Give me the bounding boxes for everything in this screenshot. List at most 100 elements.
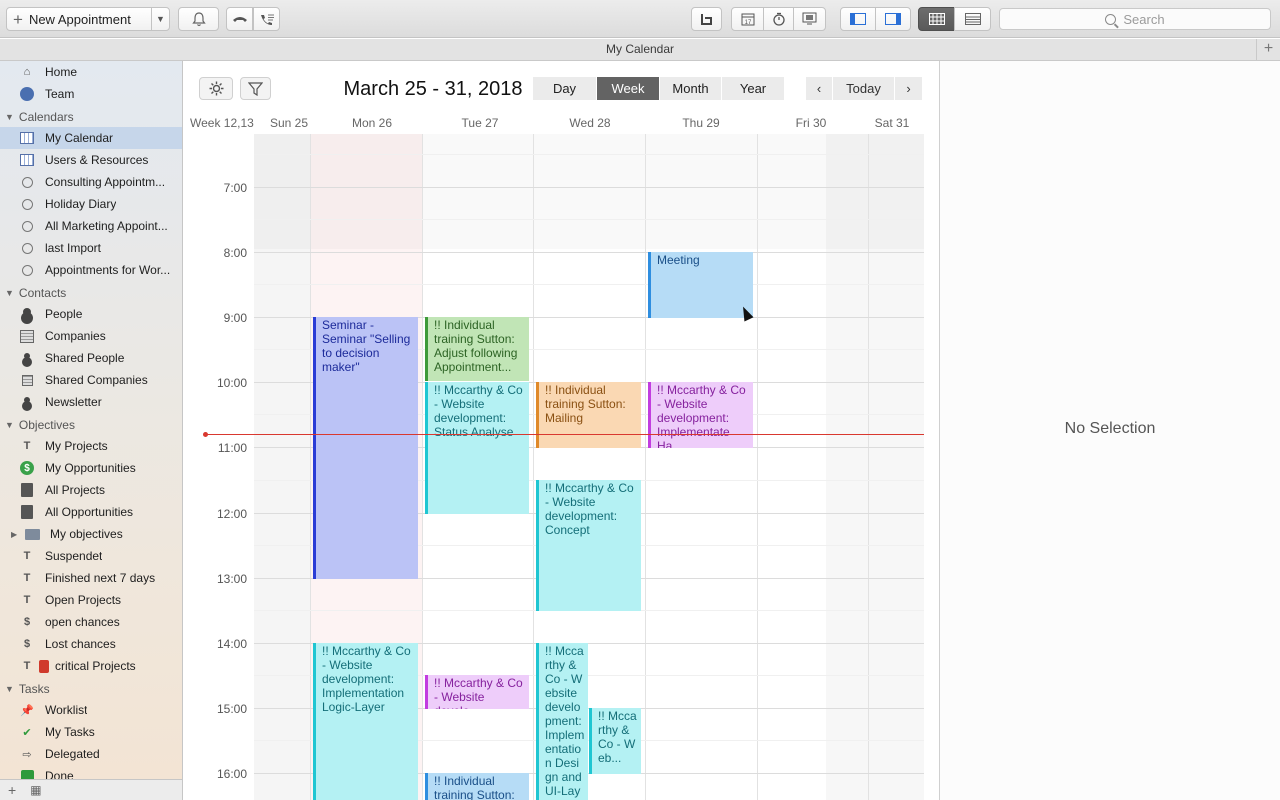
sidebar-item-users-resources[interactable]: Users & Resources <box>0 149 182 171</box>
table-icon[interactable]: ▦ <box>30 783 41 797</box>
sidebar-item-my-objectives[interactable]: ▶ My objectives <box>0 523 182 545</box>
timer-button[interactable] <box>763 7 794 31</box>
event[interactable]: !! Mccarthy & Co - Website development: … <box>425 382 529 514</box>
sidebar-item-appointments-for-work[interactable]: Appointments for Wor... <box>0 259 182 281</box>
sidebar-item-my-calendar[interactable]: My Calendar <box>0 127 182 149</box>
phone-hangup-icon <box>232 17 247 22</box>
today-button[interactable]: Today <box>833 77 895 100</box>
hangup-button[interactable] <box>226 7 253 31</box>
section-calendars[interactable]: ▼ Calendars <box>0 107 182 127</box>
view-year-button[interactable]: Year <box>722 77 784 100</box>
event[interactable]: !! Mccarthy & Co - Web... <box>589 708 641 774</box>
sidebar-item-holiday-diary[interactable]: Holiday Diary <box>0 193 182 215</box>
section-tasks[interactable]: ▼ Tasks <box>0 679 182 699</box>
view-day-button[interactable]: Day <box>533 77 597 100</box>
view-week-button[interactable]: Week <box>597 77 660 100</box>
notifications-button[interactable] <box>178 7 219 31</box>
transfer-icon <box>802 12 817 25</box>
sidebar-item-label: last Import <box>45 241 102 255</box>
day-header[interactable]: Thu 29 <box>645 116 757 132</box>
sidebar-item-shared-companies[interactable]: Shared Companies <box>0 369 182 391</box>
goto-date-button[interactable]: 17 <box>731 7 764 31</box>
sidebar-item-people[interactable]: People <box>0 303 182 325</box>
grid-vline <box>310 134 311 800</box>
toggle-inspector-button[interactable] <box>875 7 911 31</box>
transfer-button[interactable] <box>793 7 826 31</box>
event[interactable]: !! Mccarthy & Co - Website development: … <box>648 382 753 448</box>
event[interactable]: !! Individual training Sutton: Mailing <box>536 382 641 448</box>
timer-icon <box>772 12 785 26</box>
sidebar-item-label: Finished next 7 days <box>45 571 156 585</box>
calendar-view: March 25 - 31, 2018 Day Week Month Year … <box>183 61 940 800</box>
sidebar-item-label: Delegated <box>45 747 100 761</box>
day-header[interactable]: Mon 26 <box>310 116 434 132</box>
sidebar-item-newsletter[interactable]: Newsletter <box>0 391 182 413</box>
section-contacts[interactable]: ▼ Contacts <box>0 283 182 303</box>
sidebar-item-home[interactable]: ⌂ Home <box>0 61 182 83</box>
disclosure-closed-icon[interactable]: ▶ <box>11 530 17 539</box>
sidebar-item-all-projects[interactable]: All Projects <box>0 479 182 501</box>
phone-call-icon <box>260 14 274 25</box>
event-title: !! Individual training Sutton: Mailing <box>545 383 626 425</box>
list-view-icon <box>964 13 981 25</box>
sidebar-item-label: My Opportunities <box>45 461 136 475</box>
sidebar-item-lost-chances[interactable]: $ Lost chances <box>0 633 182 655</box>
add-list-button[interactable]: + <box>8 782 16 798</box>
event[interactable]: !! Mccarthy & Co - Website development: … <box>536 643 588 800</box>
day-header[interactable]: Fri 30 <box>756 116 866 132</box>
sidebar-item-suspendet[interactable]: T Suspendet <box>0 545 182 567</box>
new-appointment-button[interactable]: + New Appointment <box>6 7 152 31</box>
sidebar-item-companies[interactable]: Companies <box>0 325 182 347</box>
sidebar-item-shared-people[interactable]: Shared People <box>0 347 182 369</box>
event[interactable]: !! Mccarthy & Co - Website development: … <box>536 480 641 611</box>
sidebar-item-critical-projects[interactable]: T critical Projects <box>0 655 182 677</box>
week-grid[interactable]: Seminar - Seminar "Selling to decision m… <box>254 134 924 800</box>
event-title: !! Mccarthy & Co - Website development: … <box>657 383 746 448</box>
sidebar-item-my-tasks[interactable]: ✔ My Tasks <box>0 721 182 743</box>
shared-person-icon <box>19 350 35 366</box>
list-view-button[interactable] <box>954 7 991 31</box>
sidebar-item-open-projects[interactable]: T Open Projects <box>0 589 182 611</box>
event[interactable]: Seminar - Seminar "Selling to decision m… <box>313 317 418 579</box>
sidebar-item-my-opportunities[interactable]: $ My Opportunities <box>0 457 182 479</box>
sidebar-item-consulting[interactable]: Consulting Appointm... <box>0 171 182 193</box>
day-header[interactable]: Wed 28 <box>533 116 647 132</box>
filter-button[interactable] <box>240 77 271 100</box>
hour-label: 9:00 <box>223 311 247 325</box>
section-title: Objectives <box>18 418 75 432</box>
sidebar-item-worklist[interactable]: 📌 Worklist <box>0 699 182 721</box>
sidebar-item-label: All Opportunities <box>45 505 134 519</box>
sidebar-item-marketing[interactable]: All Marketing Appoint... <box>0 215 182 237</box>
sidebar-item-last-import[interactable]: last Import <box>0 237 182 259</box>
sidebar-item-all-opportunities[interactable]: All Opportunities <box>0 501 182 523</box>
sidebar-item-team[interactable]: Team <box>0 83 182 105</box>
previous-button[interactable]: ‹ <box>806 77 833 100</box>
event[interactable]: !! Mccarthy & Co - Website develo... <box>425 675 529 709</box>
view-month-button[interactable]: Month <box>660 77 722 100</box>
smart-dollar-icon: $ <box>23 616 31 628</box>
sidebar-item-my-projects[interactable]: T My Projects <box>0 435 182 457</box>
sidebar-item-finished-next-7-days[interactable]: T Finished next 7 days <box>0 567 182 589</box>
settings-button[interactable] <box>199 77 233 100</box>
gear-icon <box>209 81 223 96</box>
calendar-17-icon: 17 <box>741 13 754 26</box>
call-button[interactable] <box>253 7 280 31</box>
day-header[interactable]: Sat 31 <box>863 116 921 132</box>
search-field[interactable]: Search <box>999 8 1271 30</box>
grid-view-button[interactable] <box>918 7 955 31</box>
event[interactable]: !! Mccarthy & Co - Website development: … <box>313 643 418 800</box>
sidebar-item-done[interactable]: Done <box>0 765 182 779</box>
app-button[interactable] <box>691 7 722 31</box>
event[interactable]: !! Individual training Sutton: <box>425 773 529 800</box>
section-objectives[interactable]: ▼ Objectives <box>0 415 182 435</box>
next-button[interactable]: › <box>895 77 922 100</box>
new-appointment-dropdown-button[interactable]: ▼ <box>151 7 170 31</box>
app-icon <box>701 13 712 25</box>
team-icon <box>19 86 35 102</box>
toggle-sidebar-button[interactable] <box>840 7 876 31</box>
day-header[interactable]: Tue 27 <box>421 116 539 132</box>
sidebar-item-delegated[interactable]: ⇨ Delegated <box>0 743 182 765</box>
add-tab-button[interactable]: + <box>1256 39 1280 60</box>
event[interactable]: !! Individual training Sutton: Adjust fo… <box>425 317 529 381</box>
sidebar-item-open-chances[interactable]: $ open chances <box>0 611 182 633</box>
